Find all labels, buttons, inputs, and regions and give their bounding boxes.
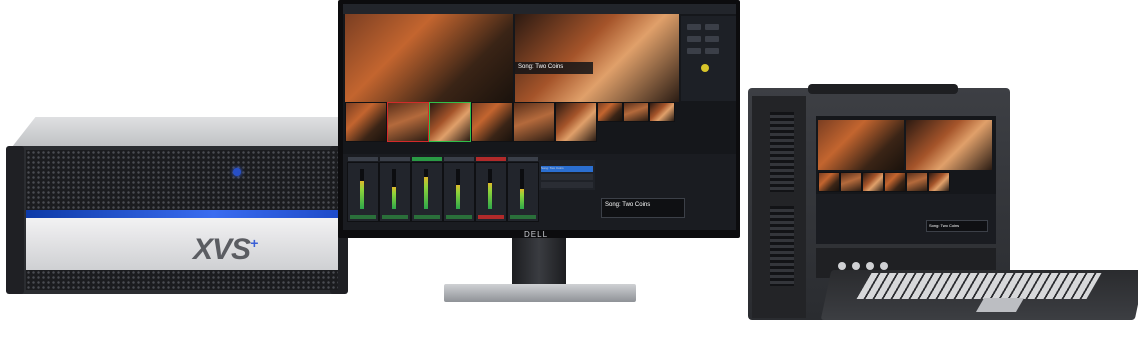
audio-channel-strip[interactable] [379, 157, 411, 222]
preview-output[interactable] [906, 120, 992, 170]
camera-thumbnail[interactable] [429, 102, 471, 142]
monitor-stand-neck [512, 238, 566, 286]
camera-thumbnail[interactable] [928, 172, 950, 192]
audio-channel-strip[interactable] [411, 157, 443, 222]
audio-channel-strip[interactable] [443, 157, 475, 222]
title-preview: Song: Two Coins [601, 198, 685, 218]
program-output[interactable] [818, 120, 904, 170]
channel-tag[interactable] [478, 215, 504, 219]
transition-button[interactable] [705, 48, 719, 54]
panel-button[interactable] [866, 262, 874, 270]
lower-third-title: Song: Two Coins [518, 64, 564, 70]
playlist-item[interactable] [541, 174, 593, 180]
server-accent-stripe [26, 210, 338, 218]
channel-header [412, 157, 442, 161]
camera-thumbnail[interactable] [555, 102, 597, 142]
audio-channel-strip[interactable] [347, 157, 379, 222]
camera-thumbnail[interactable] [862, 172, 884, 192]
server-top-cover [12, 117, 366, 147]
title-preview: Song: Two Coins [926, 220, 988, 232]
camera-thumbnail[interactable] [345, 102, 387, 142]
trackpad[interactable] [975, 298, 1025, 312]
server-logo-mark: + [250, 235, 258, 251]
title-preview-text: Song: Two Coins [929, 223, 960, 228]
side-vent [770, 112, 794, 192]
preview-output[interactable] [515, 14, 679, 102]
playlist-panel: Song: Two Coins [539, 160, 595, 190]
level-meter [360, 169, 364, 209]
channel-tag[interactable] [382, 215, 408, 219]
server-logo-text: XVS [193, 233, 251, 266]
camera-thumbnail[interactable] [597, 102, 623, 122]
transition-button[interactable] [687, 48, 701, 54]
camera-thumbnail[interactable] [649, 102, 675, 122]
level-meter [520, 169, 524, 209]
transition-button[interactable] [687, 24, 701, 30]
transition-button[interactable] [705, 36, 719, 42]
monitor-brand-logo: DELL [524, 230, 549, 239]
transition-knob[interactable] [701, 64, 709, 72]
camera-thumbnail[interactable] [387, 102, 429, 142]
playlist-item[interactable] [541, 182, 593, 188]
playlist-item-label: Song: Two Coins [541, 166, 564, 170]
channel-header [444, 157, 474, 161]
audio-mixer [816, 194, 996, 244]
transition-control-panel [681, 16, 736, 101]
channel-header [348, 157, 378, 161]
camera-thumbnail[interactable] [623, 102, 649, 122]
power-led [233, 168, 241, 176]
level-meter [392, 169, 396, 209]
transition-button[interactable] [705, 24, 719, 30]
channel-tag[interactable] [510, 215, 536, 219]
playlist-item[interactable]: Song: Two Coins [541, 166, 593, 172]
monitor-screen: Song: Two Coins Song: Two Coins Song: Tw… [343, 4, 736, 230]
title-preview-text: Song: Two Coins [605, 202, 651, 208]
app-topbar [343, 4, 736, 14]
monitor-stand-base [444, 284, 636, 302]
audio-mixer: Song: Two Coins Song: Two Coins [343, 154, 736, 230]
side-vent [770, 206, 794, 286]
level-meter [456, 169, 460, 209]
keyboard-keys[interactable] [856, 273, 1102, 299]
channel-header [508, 157, 538, 161]
portable-screen: Song: Two Coins [816, 116, 996, 244]
carry-handle [808, 84, 958, 94]
program-output[interactable] [345, 14, 513, 102]
server-front-panel [26, 218, 338, 270]
level-meter [424, 169, 428, 209]
server-grille-bottom [26, 270, 338, 290]
panel-button[interactable] [880, 262, 888, 270]
level-meter [488, 169, 492, 209]
rack-ear-left [6, 146, 24, 294]
channel-header [380, 157, 410, 161]
camera-thumbnail[interactable] [471, 102, 513, 142]
lower-third-graphic: Song: Two Coins [515, 62, 593, 74]
camera-thumbnail[interactable] [884, 172, 906, 192]
server-grille-top [26, 150, 338, 212]
audio-channel-strip[interactable] [507, 157, 539, 222]
channel-header [476, 157, 506, 161]
panel-button[interactable] [852, 262, 860, 270]
channel-tag[interactable] [446, 215, 472, 219]
camera-thumbnail[interactable] [818, 172, 840, 192]
server-logo: XVS+ [193, 233, 258, 267]
panel-button[interactable] [838, 262, 846, 270]
camera-thumbnail[interactable] [906, 172, 928, 192]
transition-button[interactable] [687, 36, 701, 42]
audio-channel-strip[interactable] [475, 157, 507, 222]
channel-tag[interactable] [350, 215, 376, 219]
camera-thumbnail[interactable] [840, 172, 862, 192]
camera-thumbnail[interactable] [513, 102, 555, 142]
channel-tag[interactable] [414, 215, 440, 219]
